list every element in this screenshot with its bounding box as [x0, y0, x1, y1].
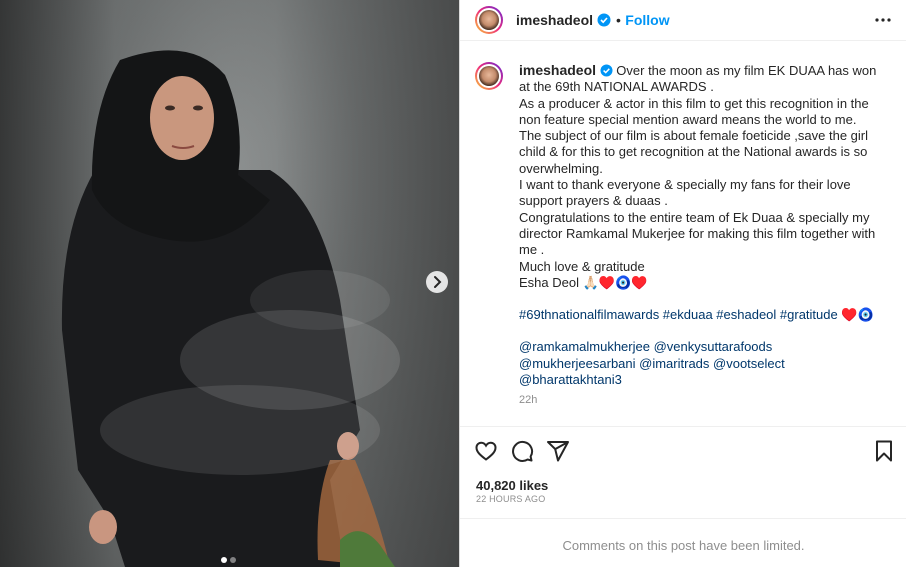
follow-button[interactable]: Follow	[625, 12, 669, 28]
photo-subject	[61, 50, 400, 567]
post-caption: imeshadeol Over the moon as my film EK D…	[519, 62, 879, 409]
post-photo[interactable]	[0, 0, 459, 567]
separator: •	[615, 12, 621, 28]
hashtag-emoji: ♥️🧿	[841, 307, 874, 323]
caption-line: As a producer & actor in this film to ge…	[519, 95, 869, 176]
caption-line: Much love & gratitude	[519, 258, 645, 274]
divider	[460, 426, 906, 427]
mentions[interactable]: @ramkamalmukherjee @venkysuttarafoods @m…	[519, 339, 879, 388]
time-ago[interactable]: 22h	[519, 392, 879, 408]
comment-icon[interactable]	[510, 439, 534, 463]
heart-icon[interactable]	[474, 439, 498, 463]
post-date[interactable]: 22 HOURS AGO	[476, 494, 545, 504]
divider	[460, 518, 906, 519]
caption-username[interactable]: imeshadeol	[519, 62, 596, 78]
verified-badge-icon	[597, 13, 611, 27]
caption-line: Esha Deol 🙏🏻♥️🧿♥️	[519, 274, 648, 290]
caption-line: I want to thank everyone & specially my …	[519, 177, 851, 209]
more-options-icon[interactable]	[875, 12, 891, 28]
save-icon[interactable]	[872, 439, 896, 463]
header-username[interactable]: imeshadeol	[516, 12, 593, 28]
caption-avatar[interactable]	[475, 62, 503, 90]
verified-badge-icon	[600, 64, 613, 77]
carousel-dot	[230, 557, 236, 563]
carousel-indicator	[221, 550, 239, 567]
next-arrow-icon	[434, 276, 442, 288]
share-icon[interactable]	[546, 439, 570, 463]
post-details-panel: imeshadeol • Follow imeshadeol Over the …	[459, 0, 906, 567]
action-bar	[474, 439, 894, 463]
post-header: imeshadeol • Follow	[460, 0, 906, 41]
avatar[interactable]	[475, 6, 503, 34]
carousel-dot-active	[221, 557, 227, 563]
next-arrow-button[interactable]	[426, 271, 448, 293]
caption-line: Congratulations to the entire team of Ek…	[519, 209, 876, 258]
comments-limited-notice: Comments on this post have been limited.	[562, 538, 805, 553]
likes-count[interactable]: 40,820 likes	[476, 478, 548, 493]
hashtags[interactable]: #69thnationalfilmawards #ekduaa #eshadeo…	[519, 307, 838, 322]
